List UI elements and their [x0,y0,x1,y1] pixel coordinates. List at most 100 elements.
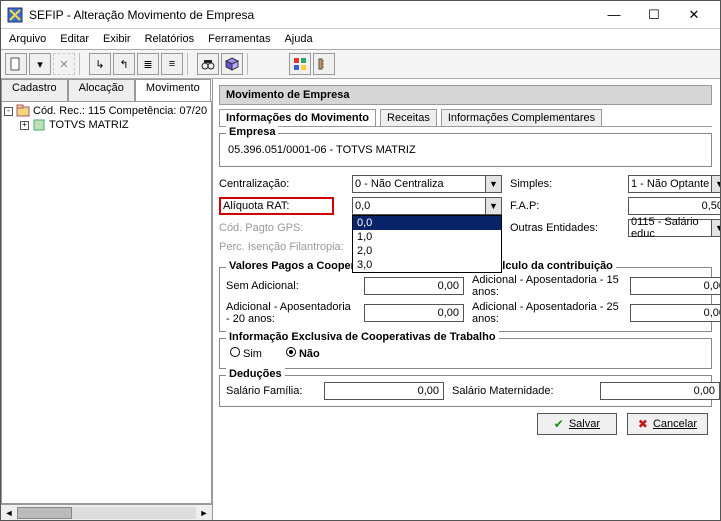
tool-ruler[interactable] [313,53,335,75]
scroll-left-icon[interactable]: ◄ [1,508,17,518]
dropdown-option[interactable]: 3,0 [353,258,501,272]
combo-centralizacao[interactable]: 0 - Não Centraliza▼ [352,175,502,193]
chevron-down-icon[interactable]: ▼ [711,220,720,236]
button-row: ✔ Salvar ✖ Cancelar [219,407,712,441]
combo-aliquota-rat[interactable]: 0,0 ▼ [352,197,502,215]
tab-alocacao[interactable]: Alocação [68,79,135,101]
label-adic-15: Adicional - Aposentadoria - 15 anos: [472,274,622,298]
input-adic-25[interactable]: 0,00 [630,304,720,322]
input-adic-20[interactable]: 0,00 [364,304,464,322]
tool-arrow-out[interactable]: ↳ [89,53,111,75]
empresa-value: 05.396.051/0001-06 - TOTVS MATRIZ [226,140,705,160]
cancel-button[interactable]: ✖ Cancelar [627,413,708,435]
dropdown-option[interactable]: 0,0 [353,216,501,230]
label-simples: Simples: [510,178,620,190]
check-icon: ✔ [554,417,564,431]
combo-simples[interactable]: 1 - Não Optante▼ [628,175,720,193]
tool-list-b[interactable]: ≡ [161,53,183,75]
value: 0,00 [438,307,459,319]
tab-cadastro[interactable]: Cadastro [1,79,68,101]
legend-deducoes: Deduções [226,368,285,380]
value: 0,00 [418,385,439,397]
maximize-button[interactable]: ☐ [634,3,674,27]
label-centralizacao: Centralização: [219,178,344,190]
tab-movimento[interactable]: Movimento [135,79,211,101]
input-fap[interactable]: 0,50 [628,197,720,215]
input-sal-familia[interactable]: 0,00 [324,382,444,400]
value: 0,00 [694,385,715,397]
combo-aliquota-value: 0,0 [355,200,370,212]
input-fap-value: 0,50 [702,200,720,212]
expander-icon[interactable]: - [4,107,13,116]
tool-arrow-in[interactable]: ↰ [113,53,135,75]
scroll-right-icon[interactable]: ► [196,508,212,518]
combo-outras-entidades[interactable]: 0115 - Salário educ▼ [628,219,720,237]
menu-ajuda[interactable]: Ajuda [284,33,312,45]
value: 0,00 [704,280,720,292]
scroll-track[interactable] [17,507,196,519]
cancel-button-label: Cancelar [653,418,697,430]
scroll-thumb[interactable] [17,507,72,519]
save-button[interactable]: ✔ Salvar [537,413,617,435]
tool-color[interactable] [289,53,311,75]
dropdown-option[interactable]: 2,0 [353,244,501,258]
close-button[interactable]: ✕ [674,3,714,27]
radio-nao[interactable]: Não [286,347,320,360]
combo-simples-value: 1 - Não Optante [631,178,709,190]
toolbar: ▾ ✕ ↳ ↰ ≣ ≡ [1,49,720,79]
tree-child-label: TOTVS MATRIZ [49,119,129,131]
tree-root[interactable]: - Cód. Rec.: 115 Competência: 07/20 [4,104,209,118]
tree-child[interactable]: + TOTVS MATRIZ [4,118,209,132]
menu-relatorios[interactable]: Relatórios [145,33,195,45]
tool-dropdown[interactable]: ▾ [29,53,51,75]
expander-icon[interactable]: + [20,121,29,130]
dropdown-aliquota[interactable]: 0,0 1,0 2,0 3,0 [352,215,502,273]
tool-binoculars[interactable] [197,53,219,75]
window-title: SEFIP - Alteração Movimento de Empresa [29,8,594,22]
sub-tabs: Informações do Movimento Receitas Inform… [219,109,712,127]
tool-new[interactable] [5,53,27,75]
input-adic-15[interactable]: 0,00 [630,277,720,295]
menu-ferramentas[interactable]: Ferramentas [208,33,270,45]
dropdown-option[interactable]: 1,0 [353,230,501,244]
label-adic-25: Adicional - Aposentadoria - 25 anos: [472,301,622,325]
save-button-label: Salvar [569,418,600,430]
subtab-info[interactable]: Informações do Movimento [219,109,376,126]
value: 0,00 [704,307,720,319]
radio-sim[interactable]: Sim [230,347,262,360]
group-empresa: Empresa 05.396.051/0001-06 - TOTVS MATRI… [219,133,712,167]
value: 0,00 [438,280,459,292]
folder-icon [16,104,30,118]
tree-view[interactable]: - Cód. Rec.: 115 Competência: 07/20 + TO… [1,101,212,504]
chevron-down-icon[interactable]: ▼ [485,176,501,192]
label-filantropia: Perc. Isenção Filantropia: [219,241,344,253]
label-adic-20: Adicional - Aposentadoria - 20 anos: [226,301,356,325]
app-icon [7,7,23,23]
minimize-button[interactable]: — [594,3,634,27]
group-info-coop: Informação Exclusiva de Cooperativas de … [219,338,712,369]
company-icon [32,118,46,132]
label-cod-gps: Cód. Pagto GPS: [219,222,344,234]
tree-root-label: Cód. Rec.: 115 Competência: 07/20 [33,105,207,117]
subtab-comp[interactable]: Informações Complementares [441,109,602,126]
chevron-down-icon[interactable]: ▼ [485,198,501,214]
combo-outras-value: 0115 - Salário educ [631,216,720,240]
input-sal-maternidade[interactable]: 0,00 [600,382,720,400]
tree-hscroll[interactable]: ◄ ► [1,504,212,520]
subtab-receitas[interactable]: Receitas [380,109,437,126]
label-fap: F.A.P: [510,200,620,212]
group-deducoes: Deduções Salário Família: 0,00 Salário M… [219,375,712,407]
menu-editar[interactable]: Editar [60,33,89,45]
menu-bar: Arquivo Editar Exibir Relatórios Ferrame… [1,29,720,49]
label-outras-entidades: Outras Entidades: [510,222,620,234]
radio-icon [286,347,296,357]
menu-exibir[interactable]: Exibir [103,33,131,45]
x-icon: ✖ [638,417,648,431]
radio-icon [230,347,240,357]
menu-arquivo[interactable]: Arquivo [9,33,46,45]
group-cooperativas: Valores Pagos a Cooperativas de Trabalho… [219,267,712,332]
tool-cube[interactable] [221,53,243,75]
chevron-down-icon[interactable]: ▼ [711,176,720,192]
tool-list-a[interactable]: ≣ [137,53,159,75]
input-sem-adicional[interactable]: 0,00 [364,277,464,295]
